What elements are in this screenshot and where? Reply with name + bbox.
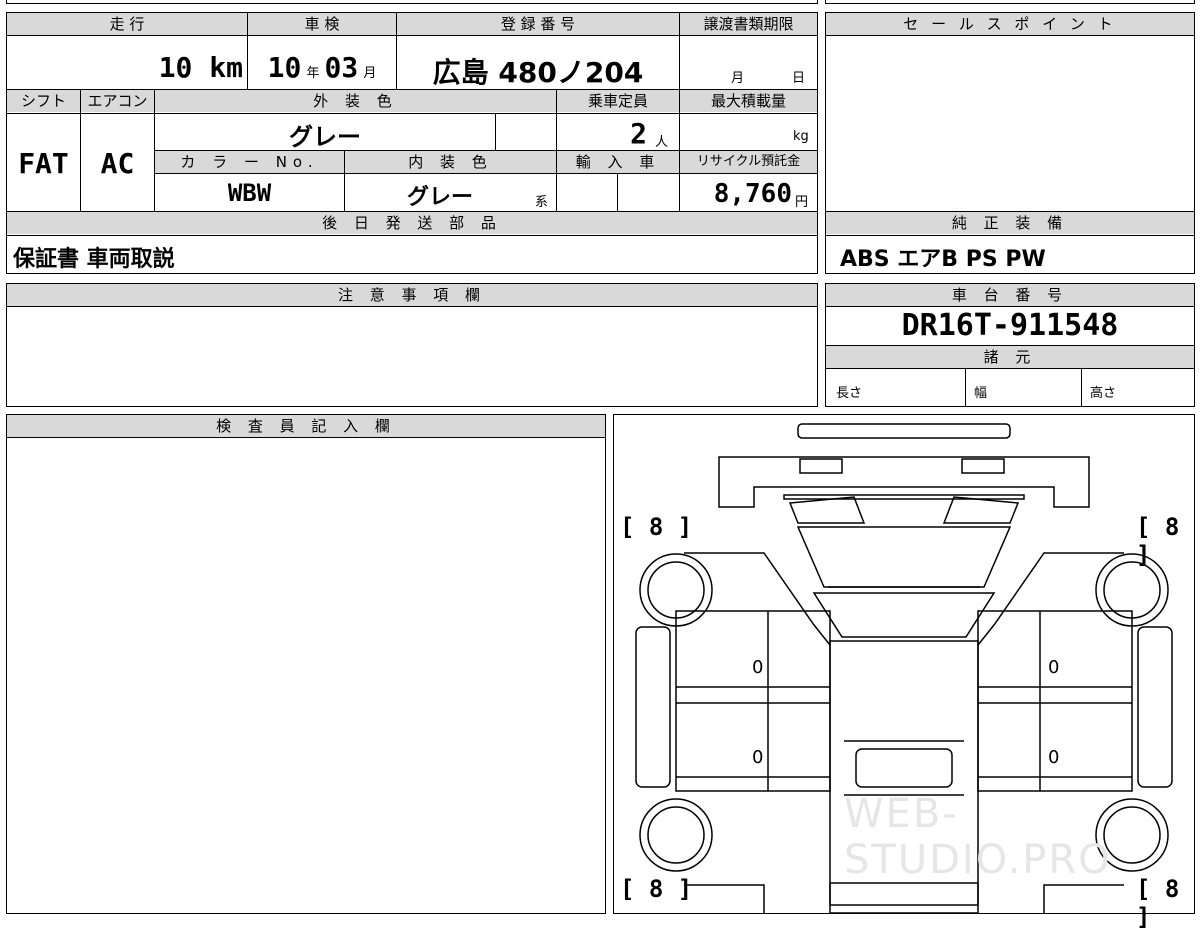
shift-label: シフト (7, 90, 80, 112)
capacity-label: 乗車定員 (557, 90, 679, 112)
registration-label: 登 録 番 号 (397, 13, 679, 35)
genuine-equipment-label: 純 正 装 備 (826, 212, 1194, 234)
aircon-label: エアコン (81, 90, 154, 112)
interior-color-label: 内 装 色 (345, 151, 556, 173)
interior-color-value: グレー (406, 185, 473, 210)
specs-label: 諸 元 (826, 346, 1194, 368)
recycle-label: リサイクル預託金 (680, 151, 817, 173)
transfer-day-unit: 日 (792, 71, 806, 86)
windshield-glass (796, 526, 1012, 588)
rear-window (855, 748, 953, 788)
exterior-color-label: 外 装 色 (155, 90, 556, 112)
chassis-label: 車 台 番 号 (826, 284, 1194, 306)
door-mark-left-bottom: 0 (752, 747, 764, 768)
interior-suffix: 系 (535, 195, 549, 210)
side-panel-right (1137, 626, 1173, 788)
inspection-month: 03 (324, 51, 359, 84)
top-edge-remnant (6, 0, 818, 4)
transfer-deadline-label: 譲渡書類期限 (680, 13, 817, 35)
mileage-value: 10 km (158, 51, 243, 84)
damage-mark-top-left: [ 8 ] (620, 513, 693, 541)
inspection-value: 10 年 03 月 (248, 51, 396, 84)
door-mark-right-bottom: 0 (1048, 747, 1060, 768)
registration-value: 広島 480ノ204 (432, 56, 644, 89)
windshield (783, 494, 1025, 500)
mileage-label: 走 行 (7, 13, 247, 35)
inspection-label: 車 検 (248, 13, 396, 35)
height-label: 高さ (1090, 386, 1117, 401)
capacity-unit: 人 (655, 135, 669, 150)
chassis-block: 車 台 番 号 DR16T-911548 諸 元 長さ 幅 高さ (825, 283, 1195, 407)
watermark: WEB-STUDIO.PRO (844, 791, 1112, 883)
inspection-year-unit: 年 (306, 66, 320, 81)
roof (812, 592, 996, 638)
color-no-label: カ ラ ー No. (155, 151, 344, 173)
mirror-left (788, 496, 866, 524)
exterior-color-value: グレー (289, 123, 361, 151)
wheel-rear-left (639, 798, 713, 872)
damage-mark-bottom-left: [ 8 ] (620, 875, 693, 903)
front-bumper-bar (797, 423, 1011, 439)
inspector-label: 検 査 員 記 入 欄 (7, 415, 605, 437)
car-diagram-block: [ 8 ] [ 8 ] [ 8 ] [ 8 ] 0 0 0 0 WEB-STUD… (613, 414, 1195, 931)
inspection-year: 10 (267, 51, 302, 84)
color-no-value: WBW (227, 179, 272, 207)
damage-mark-bottom-right: [ 8 ] (1136, 875, 1180, 931)
rear-bed (684, 884, 1124, 913)
aircon-value: AC (100, 147, 135, 180)
transfer-month-unit: 月 (731, 71, 745, 86)
front-light-right (961, 458, 1005, 474)
sales-point-block: セ ー ル ス ポ イ ン ト 純 正 装 備 ABS エアB PS PW (825, 12, 1195, 274)
later-parts-label: 後 日 発 送 部 品 (7, 212, 817, 234)
import-label: 輸 入 車 (557, 151, 679, 173)
mirror-right (942, 496, 1020, 524)
max-load-unit: kg (793, 129, 809, 144)
notes-block: 注 意 事 項 欄 (6, 283, 818, 407)
length-label: 長さ (836, 386, 863, 401)
recycle-unit: 円 (795, 195, 809, 210)
inspector-block: 検 査 員 記 入 欄 (6, 414, 606, 914)
damage-mark-top-right: [ 8 ] (1136, 513, 1180, 569)
sales-point-label: セ ー ル ス ポ イ ン ト (826, 13, 1194, 35)
vehicle-info-block: 走 行 車 検 登 録 番 号 譲渡書類期限 10 km 10 年 03 月 広… (6, 12, 818, 274)
recycle-value: 8,760 (713, 179, 792, 209)
notes-label: 注 意 事 項 欄 (7, 284, 817, 306)
door-mark-left-top: 0 (752, 657, 764, 678)
genuine-equipment-value: ABS エアB PS PW (840, 247, 1046, 272)
chassis-number: DR16T-911548 (901, 308, 1119, 343)
width-label: 幅 (974, 386, 988, 401)
cab-outline (684, 552, 1124, 646)
side-panel-left (635, 626, 671, 788)
inspection-month-unit: 月 (363, 66, 377, 81)
max-load-label: 最大積載量 (680, 90, 817, 112)
later-parts-value: 保証書 車両取説 (13, 247, 175, 272)
door-mark-right-top: 0 (1048, 657, 1060, 678)
top-edge-remnant-right (825, 0, 1195, 4)
front-light-left (799, 458, 843, 474)
capacity-value: 2 (630, 117, 647, 150)
shift-value: FAT (18, 147, 69, 180)
